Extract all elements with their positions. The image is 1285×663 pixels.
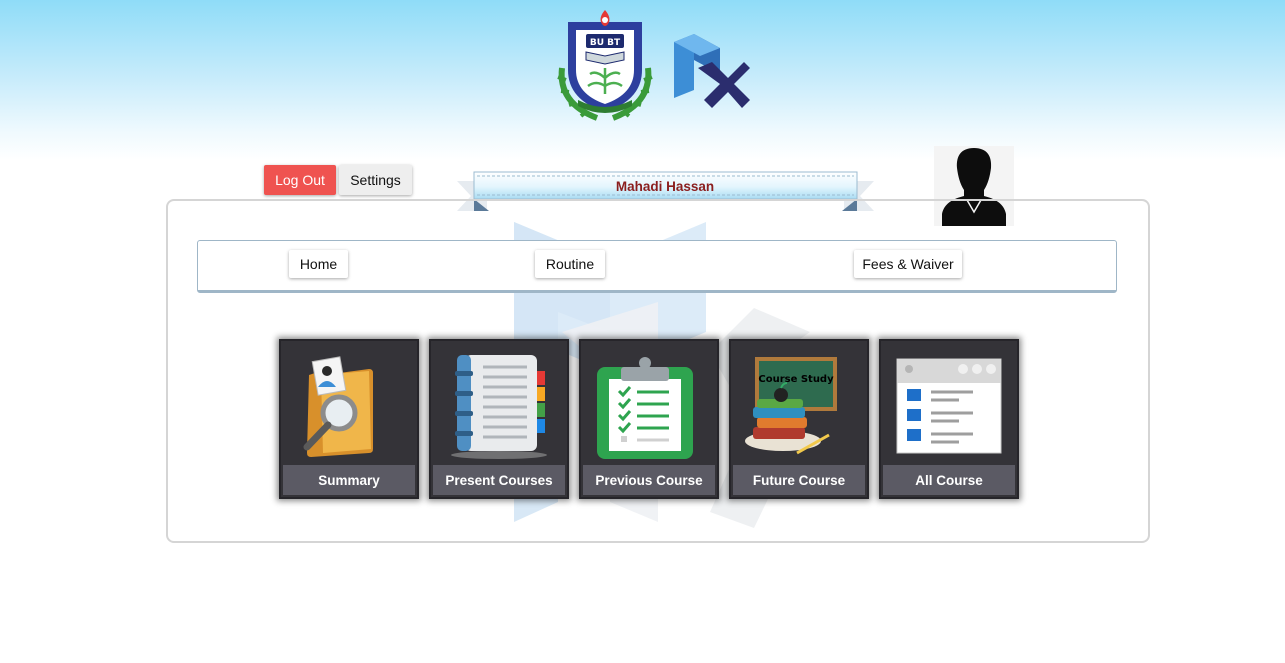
- page: BU BT Log Out Settings Mahadi Hassan Hom…: [0, 0, 1285, 663]
- tile-previous-course[interactable]: Previous Course: [579, 339, 719, 499]
- tile-previous-course-label: Previous Course: [583, 465, 715, 495]
- tile-all-course[interactable]: All Course: [879, 339, 1019, 499]
- clipboard-checklist-icon: [597, 357, 693, 459]
- tile-summary-label: Summary: [283, 465, 415, 495]
- chalkboard-text: Course Study: [758, 374, 834, 385]
- bubt-crest-logo: BU BT: [557, 10, 653, 121]
- tile-present-courses[interactable]: Present Courses: [429, 339, 569, 499]
- folder-magnifier-icon: [303, 356, 373, 457]
- nav-home-button[interactable]: Home: [289, 250, 348, 278]
- tile-future-course[interactable]: Course Study Future Course: [729, 339, 869, 499]
- mx-logo: [674, 34, 750, 108]
- crest-badge-text: BU BT: [590, 38, 621, 48]
- nav-routine-button[interactable]: Routine: [535, 250, 605, 278]
- tile-summary[interactable]: Summary: [279, 339, 419, 499]
- tile-present-courses-label: Present Courses: [433, 465, 565, 495]
- tile-future-course-label: Future Course: [733, 465, 865, 495]
- settings-button[interactable]: Settings: [339, 165, 412, 195]
- notebook-icon: [451, 355, 547, 459]
- nav-fees-waiver-button[interactable]: Fees & Waiver: [854, 250, 962, 278]
- user-name: Mahadi Hassan: [615, 178, 715, 194]
- tile-all-course-label: All Course: [883, 465, 1015, 495]
- checklist-window-icon: [896, 358, 1002, 454]
- chalkboard-books-icon: Course Study: [745, 357, 837, 455]
- logout-button[interactable]: Log Out: [264, 165, 336, 195]
